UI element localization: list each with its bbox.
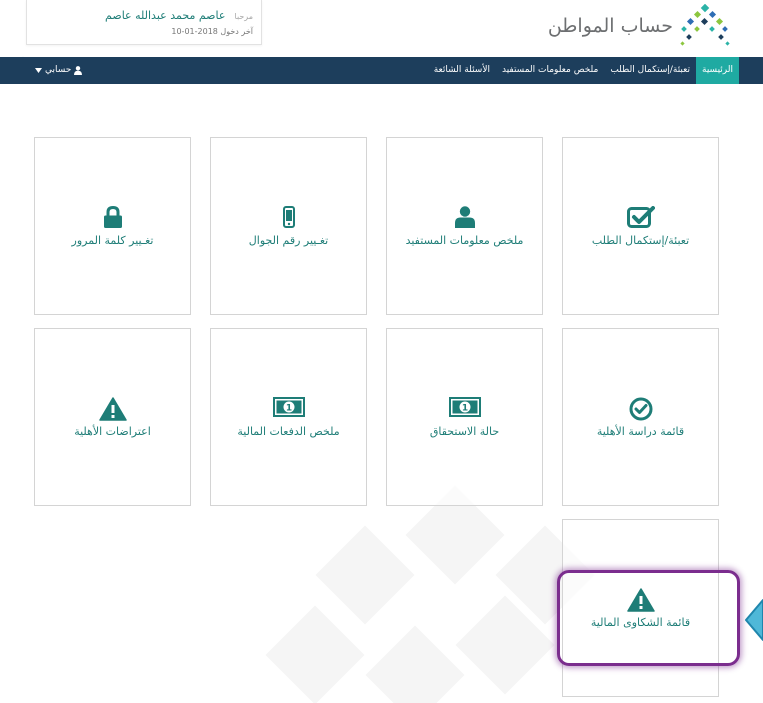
user-card: مرحبا عاصم محمد عبدالله عاصم آخر دخول 20… [26, 0, 262, 45]
tile-entitlement-status[interactable]: 1 حالة الاستحقاق [386, 328, 543, 506]
tile-beneficiary-summary[interactable]: ملخص معلومات المستفيد [386, 137, 543, 315]
user-name: عاصم محمد عبدالله عاصم [105, 9, 226, 22]
caret-down-icon [35, 68, 42, 73]
brand[interactable]: حساب المواطن [548, 4, 731, 48]
check-circle-icon [629, 397, 652, 421]
tile-change-password[interactable]: تغـيير كلمة المرور [34, 137, 191, 315]
welcome-label: مرحبا [234, 12, 254, 21]
nav-item-faq[interactable]: الأسئلة الشائعة [428, 57, 496, 84]
tile-eligibility-study[interactable]: قائمة دراسة الأهلية [562, 328, 719, 506]
tile-payments-summary[interactable]: 1 ملخص الدفعات المالية [210, 328, 367, 506]
tile-fill-application[interactable]: تعبئة/إستكمال الطلب [562, 137, 719, 315]
warning-icon [98, 397, 127, 421]
account-label: حسابي [45, 65, 72, 75]
user-icon [74, 66, 83, 75]
account-menu[interactable]: حسابي [32, 57, 83, 84]
tile-label: قائمة دراسة الأهلية [596, 425, 685, 438]
dots-logo-icon [680, 4, 730, 46]
svg-text:1: 1 [285, 403, 291, 413]
tile-label: ملخص معلومات المستفيد [405, 234, 524, 247]
money-icon: 1 [448, 397, 481, 417]
user-icon [454, 206, 475, 228]
tile-label: ملخص الدفعات المالية [237, 425, 340, 438]
tile-label: تعبئة/إستكمال الطلب [591, 234, 690, 247]
pointer-arrow-icon [745, 599, 763, 641]
nav-items: الرئيسية تعبئة/إستكمال الطلب ملخص معلوما… [428, 57, 739, 84]
check-square-icon [626, 206, 655, 228]
tile-eligibility-objections[interactable]: اعتراضات الأهلية [34, 328, 191, 506]
svg-text:1: 1 [461, 403, 467, 413]
mobile-icon [282, 206, 295, 228]
money-icon: 1 [272, 397, 305, 417]
site-header: مرحبا عاصم محمد عبدالله عاصم آخر دخول 20… [0, 0, 763, 56]
last-login-date: آخر دخول 2018-01-10 [171, 27, 253, 36]
tile-label: حالة الاستحقاق [429, 425, 500, 438]
lock-icon [103, 206, 122, 228]
tile-label: تغـيير رقم الجوال [248, 234, 329, 247]
main-navbar: الرئيسية تعبئة/إستكمال الطلب ملخص معلوما… [0, 57, 763, 84]
tile-label: تغـيير كلمة المرور [71, 234, 154, 247]
tile-change-mobile[interactable]: تغـيير رقم الجوال [210, 137, 367, 315]
tile-label: اعتراضات الأهلية [74, 425, 151, 438]
nav-item-home[interactable]: الرئيسية [696, 57, 739, 84]
nav-item-fill-application[interactable]: تعبئة/إستكمال الطلب [604, 57, 696, 84]
nav-item-beneficiary-summary[interactable]: ملخص معلومات المستفيد [496, 57, 604, 84]
brand-name: حساب المواطن [547, 15, 673, 37]
highlight-annotation [557, 570, 740, 666]
